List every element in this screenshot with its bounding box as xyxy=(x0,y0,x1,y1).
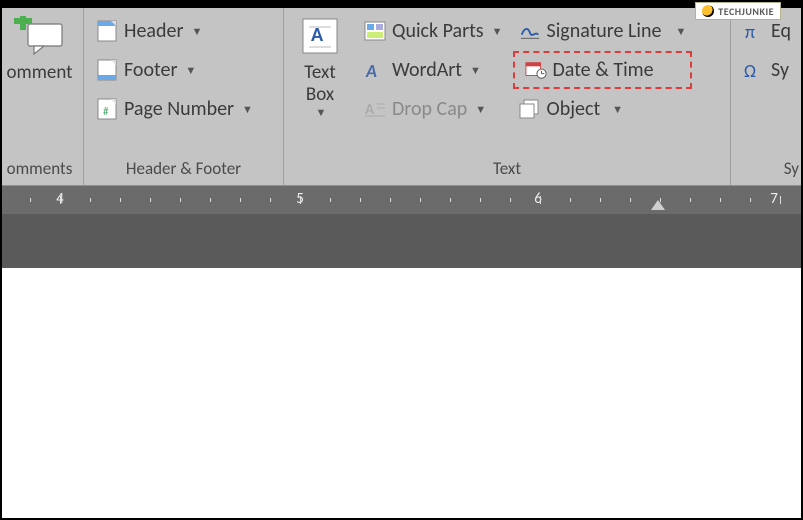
date-time-button[interactable]: Date & Time xyxy=(519,54,687,86)
symbol-label: Sy xyxy=(771,58,789,82)
ruler-tick xyxy=(750,198,751,202)
ruler-tick xyxy=(240,198,241,202)
ruler-tick xyxy=(30,198,31,202)
object-label: Object xyxy=(547,97,601,121)
group-text-label: Text xyxy=(290,154,724,185)
symbol-button[interactable]: Ω Sy xyxy=(737,51,797,89)
dropdown-caret-icon: ▼ xyxy=(675,25,686,38)
date-time-label: Date & Time xyxy=(553,58,654,82)
header-label: Header xyxy=(124,19,183,43)
ruler-tick xyxy=(90,198,91,202)
techjunkie-logo-icon xyxy=(702,5,714,17)
watermark-badge: TECHJUNKIE xyxy=(695,2,781,20)
dropdown-caret-icon: ▼ xyxy=(475,103,486,116)
comment-label: omment xyxy=(7,62,73,84)
dropdown-caret-icon: ▼ xyxy=(185,64,196,77)
page-margin-area xyxy=(2,214,801,268)
ruler-tick xyxy=(180,198,181,202)
new-comment-button[interactable]: omment xyxy=(3,12,77,86)
ruler-tick xyxy=(60,196,61,204)
dropdown-caret-icon: ▼ xyxy=(492,25,503,38)
ruler-tick xyxy=(210,198,211,202)
ruler-tick xyxy=(300,196,301,204)
horizontal-ruler[interactable]: 4 5 6 7 xyxy=(2,186,801,214)
indent-marker-icon[interactable] xyxy=(651,200,665,210)
ruler-tick xyxy=(780,196,781,204)
object-button[interactable]: Object ▼ xyxy=(513,90,693,128)
page-number-label: Page Number xyxy=(124,97,234,121)
wordart-icon: A xyxy=(364,59,386,81)
quick-parts-label: Quick Parts xyxy=(392,19,484,43)
header-icon xyxy=(96,20,118,42)
footer-label: Footer xyxy=(124,58,177,82)
ruler-tick xyxy=(510,198,511,202)
document-page[interactable] xyxy=(2,268,801,518)
ruler-tick xyxy=(630,198,631,202)
footer-icon xyxy=(96,59,118,81)
signature-line-label: Signature Line xyxy=(547,19,662,43)
ruler-number: 7 xyxy=(770,190,778,208)
group-comments-label: omments xyxy=(2,154,77,185)
ruler-tick xyxy=(150,198,151,202)
wordart-label: WordArt xyxy=(392,58,462,82)
ruler-tick xyxy=(720,198,721,202)
footer-button[interactable]: Footer ▼ xyxy=(90,51,277,89)
ruler-tick xyxy=(390,198,391,202)
page-number-button[interactable]: # Page Number ▼ xyxy=(90,90,277,128)
group-symbols: π Eq Ω Sy Sy xyxy=(731,8,801,185)
dropdown-caret-icon: ▼ xyxy=(612,103,623,116)
ruler-tick xyxy=(270,198,271,202)
ruler-tick xyxy=(540,196,541,204)
group-text: A Text Box ▼ Quick Parts xyxy=(284,8,731,185)
ruler-tick xyxy=(660,198,661,202)
text-box-button[interactable]: A Text Box ▼ xyxy=(290,12,350,121)
object-icon xyxy=(519,98,541,120)
equation-label: Eq xyxy=(771,19,791,43)
wordart-button[interactable]: A WordArt ▼ xyxy=(358,51,509,89)
equation-icon: π xyxy=(743,20,765,42)
ruler-tick xyxy=(600,198,601,202)
signature-icon xyxy=(519,20,541,42)
drop-cap-button[interactable]: A Drop Cap ▼ xyxy=(358,90,509,128)
svg-text:A: A xyxy=(365,60,377,80)
ruler-tick xyxy=(330,198,331,202)
svg-text:π: π xyxy=(745,21,755,42)
ruler-tick xyxy=(570,198,571,202)
ruler-tick xyxy=(450,198,451,202)
group-comments: omment omments xyxy=(2,8,84,185)
quick-parts-icon xyxy=(364,20,386,42)
page-number-icon: # xyxy=(96,98,118,120)
dropdown-caret-icon: ▼ xyxy=(191,25,202,38)
ruler-tick xyxy=(360,198,361,202)
ruler-tick xyxy=(690,198,691,202)
highlight-date-time: Date & Time xyxy=(513,51,693,89)
dropdown-caret-icon: ▼ xyxy=(242,103,253,116)
text-box-label: Text Box xyxy=(304,62,335,106)
quick-parts-button[interactable]: Quick Parts ▼ xyxy=(358,12,509,50)
group-header-footer: Header ▼ Footer ▼ # Page Nu xyxy=(84,8,284,185)
svg-text:Ω: Ω xyxy=(744,60,756,81)
ruler-tick xyxy=(120,198,121,202)
text-box-icon: A xyxy=(294,14,346,58)
ruler-tick xyxy=(480,198,481,202)
svg-text:#: # xyxy=(103,105,109,118)
signature-line-button[interactable]: Signature Line ▼ xyxy=(513,12,693,50)
dropdown-caret-icon: ▼ xyxy=(470,64,481,77)
ruler-tick xyxy=(420,198,421,202)
group-symbols-label: Sy xyxy=(737,154,801,185)
drop-cap-icon: A xyxy=(364,98,386,120)
ribbon: omment omments Header ▼ xyxy=(2,8,801,186)
drop-cap-label: Drop Cap xyxy=(392,97,467,121)
comment-icon xyxy=(14,14,66,58)
group-header-footer-label: Header & Footer xyxy=(90,154,277,185)
dropdown-caret-icon: ▼ xyxy=(316,106,327,119)
symbol-icon: Ω xyxy=(743,59,765,81)
date-time-icon xyxy=(525,59,547,81)
watermark-text: TECHJUNKIE xyxy=(718,5,774,18)
header-button[interactable]: Header ▼ xyxy=(90,12,277,50)
